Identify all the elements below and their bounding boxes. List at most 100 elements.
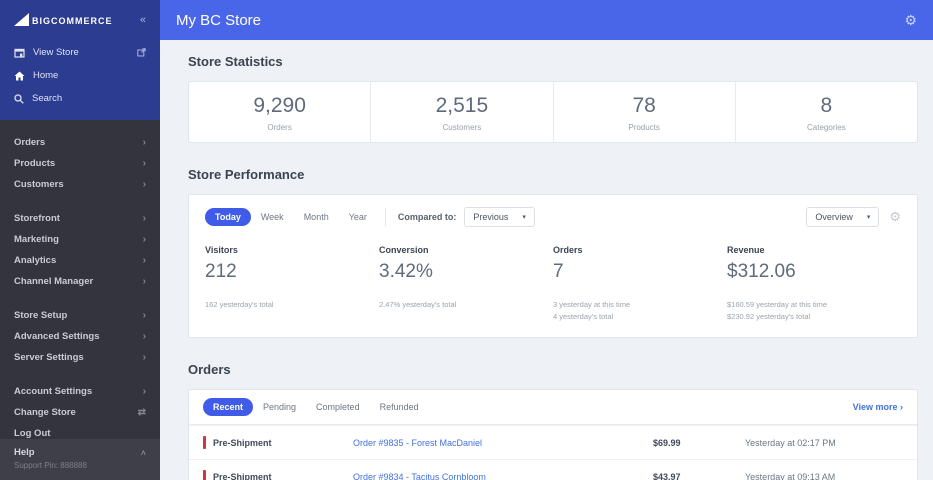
storefront-icon <box>14 48 25 58</box>
tab-month[interactable]: Month <box>294 208 339 226</box>
store-title: My BC Store <box>176 11 262 29</box>
order-time: Yesterday at 09:13 AM <box>745 471 836 480</box>
order-row: Pre-Shipment Order #9835 - Forest MacDan… <box>189 425 917 459</box>
tab-completed[interactable]: Completed <box>306 398 370 416</box>
store-statistics-heading: Store Statistics <box>188 54 283 69</box>
orders-card: Recent Pending Completed Refunded View m… <box>188 389 918 480</box>
stat-label: Orders <box>267 123 292 132</box>
metric-conversion: Conversion 3.42% 2.47% yesterday's total <box>379 245 457 309</box>
chevron-right-icon: › <box>142 352 146 363</box>
tab-week[interactable]: Week <box>251 208 294 226</box>
store-statistics-card: 9,290 Orders 2,515 Customers 78 Products… <box>188 81 918 143</box>
home-icon <box>14 71 25 81</box>
order-link[interactable]: Order #9835 - Forest MacDaniel <box>353 438 653 448</box>
dropdown-arrow-icon: ▾ <box>522 214 526 221</box>
order-amount: $69.99 <box>653 437 681 448</box>
sidebar-item-server-settings[interactable]: Server Settings › <box>0 347 160 368</box>
sail-icon <box>14 13 30 26</box>
gear-icon[interactable]: ⚙ <box>889 209 901 225</box>
store-performance-card: Today Week Month Year Compared to: Previ… <box>188 194 918 338</box>
stat-value: 8 <box>820 94 833 117</box>
sidebar-item-customers[interactable]: Customers › <box>0 174 160 195</box>
orders-heading: Orders <box>188 362 231 377</box>
sidebar-item-label: View Store <box>33 47 79 58</box>
stat-categories: 8 Categories <box>736 82 917 142</box>
view-more-link[interactable]: View more › <box>853 402 903 412</box>
chevron-right-icon: › <box>142 331 146 342</box>
chevron-right-icon: › <box>142 276 146 287</box>
search-icon <box>14 93 24 104</box>
main-area: My BC Store ⚙ Store Statistics 9,290 Ord… <box>160 0 933 480</box>
sidebar-item-analytics[interactable]: Analytics › <box>0 250 160 271</box>
stat-value: 9,290 <box>253 94 306 117</box>
swap-icon: ⇄ <box>137 407 146 418</box>
status-indicator-red <box>203 436 206 449</box>
dropdown-arrow-icon: ▾ <box>866 214 871 221</box>
bigcommerce-logo[interactable]: BIGCOMMERCE <box>14 13 113 26</box>
order-status: Pre-Shipment <box>213 471 272 480</box>
order-time: Yesterday at 02:17 PM <box>745 437 836 448</box>
sidebar-item-channel-manager[interactable]: Channel Manager › <box>0 271 160 292</box>
stat-products: 78 Products <box>554 82 736 142</box>
metric-revenue: Revenue $312.06 $160.59 yesterday at thi… <box>727 245 828 321</box>
dashboard-content: Store Statistics 9,290 Orders 2,515 Cust… <box>160 40 933 480</box>
sidebar-item-marketing[interactable]: Marketing › <box>0 229 160 250</box>
status-indicator-red <box>203 470 206 480</box>
chevron-right-icon: › <box>142 137 146 148</box>
sidebar-item-orders[interactable]: Orders › <box>0 132 160 153</box>
sidebar-top-section: BIGCOMMERCE « View Store Home Search <box>0 0 160 120</box>
sidebar-item-search[interactable]: Search <box>0 87 160 110</box>
chevron-right-icon: › <box>142 179 146 190</box>
divider <box>384 208 386 226</box>
stat-label: Products <box>628 123 660 132</box>
logo-text: BIGCOMMERCE <box>32 16 113 26</box>
external-link-icon <box>137 48 146 57</box>
sidebar-collapse-icon[interactable]: « <box>140 14 146 26</box>
chevron-right-icon: › <box>142 158 146 169</box>
app-window: BIGCOMMERCE « View Store Home Search Ord… <box>0 0 933 480</box>
tab-year[interactable]: Year <box>339 208 377 226</box>
help-label: Help <box>14 447 35 458</box>
chevron-right-icon: › <box>142 234 146 245</box>
chevron-up-icon: ˄ <box>140 447 146 458</box>
sidebar-item-store-setup[interactable]: Store Setup › <box>0 305 160 326</box>
sidebar-item-advanced-settings[interactable]: Advanced Settings › <box>0 326 160 347</box>
tab-pending[interactable]: Pending <box>253 398 306 416</box>
stat-customers: 2,515 Customers <box>371 82 554 142</box>
sidebar-item-label: Search <box>32 93 63 104</box>
metric-visitors: Visitors 212 162 yesterday's total <box>205 245 274 309</box>
compared-to-select[interactable]: Previous ▾ <box>464 207 535 227</box>
stat-orders: 9,290 Orders <box>189 82 372 142</box>
stat-value: 2,515 <box>435 94 489 117</box>
stat-label: Categories <box>807 123 846 132</box>
stat-value: 78 <box>632 94 656 117</box>
store-performance-heading: Store Performance <box>188 167 305 182</box>
order-status: Pre-Shipment <box>213 437 272 448</box>
gear-icon[interactable]: ⚙ <box>904 12 917 29</box>
order-amount: $43.97 <box>653 471 681 480</box>
tab-refunded[interactable]: Refunded <box>370 398 429 416</box>
overview-select[interactable]: Overview ▾ <box>806 207 880 227</box>
sidebar-item-account-settings[interactable]: Account Settings › <box>0 381 160 402</box>
tab-recent[interactable]: Recent <box>203 398 254 416</box>
sidebar: BIGCOMMERCE « View Store Home Search Ord… <box>0 0 160 480</box>
sidebar-item-change-store[interactable]: Change Store ⇄ <box>0 402 160 423</box>
sidebar-item-home[interactable]: Home <box>0 64 160 87</box>
metric-orders: Orders 7 3 yesterday at this time 4 yest… <box>553 245 631 321</box>
order-row: Pre-Shipment Order #9834 - Tacitus Cornb… <box>189 459 917 480</box>
sidebar-item-storefront[interactable]: Storefront › <box>0 208 160 229</box>
compared-to-label: Compared to: <box>397 212 457 222</box>
chevron-right-icon: › <box>142 310 146 321</box>
chevron-right-icon: › <box>142 213 146 224</box>
top-header: My BC Store ⚙ <box>160 0 933 40</box>
sidebar-item-products[interactable]: Products › <box>0 153 160 174</box>
chevron-right-icon: › <box>142 386 146 397</box>
sidebar-item-label: Home <box>33 70 59 81</box>
chevron-right-icon: › <box>142 255 146 266</box>
sidebar-item-view-store[interactable]: View Store <box>0 41 160 64</box>
support-pin: Support Pin: 888888 <box>14 461 87 470</box>
order-link[interactable]: Order #9834 - Tacitus Cornbloom <box>353 472 653 480</box>
sidebar-menu: Orders › Products › Customers › Storefront ›… <box>0 120 160 444</box>
sidebar-help-section[interactable]: Help ˄ Support Pin: 888888 <box>0 439 160 480</box>
tab-today[interactable]: Today <box>205 208 251 226</box>
